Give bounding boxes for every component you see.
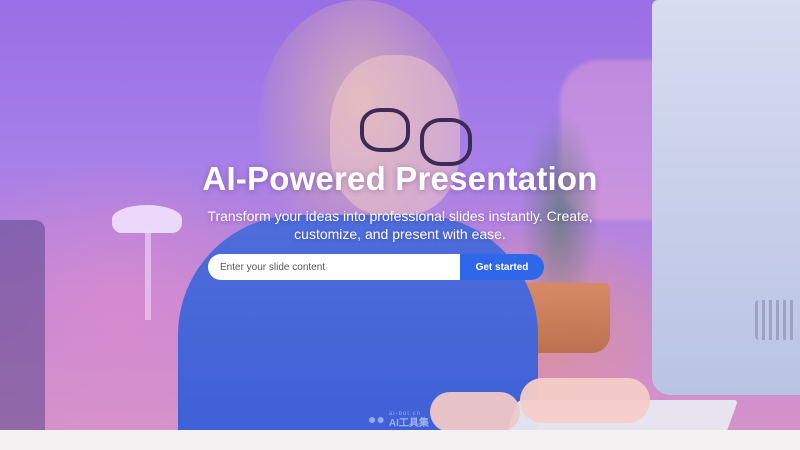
- background-shelf: [0, 220, 45, 450]
- watermark: ●● ai-bot.cn AI工具集: [368, 410, 429, 429]
- watermark-big-text: AI工具集: [388, 418, 429, 429]
- glasses-left-image: [360, 108, 410, 152]
- get-started-button[interactable]: Get started: [460, 254, 544, 280]
- glasses-right-image: [420, 118, 472, 166]
- hero-subtitle: Transform your ideas into professional s…: [207, 208, 593, 242]
- slide-content-form: Get started: [208, 254, 544, 280]
- right-hand-image: [520, 378, 650, 423]
- left-hand-image: [430, 392, 520, 432]
- robot-icon: ●●: [368, 411, 385, 427]
- watermark-text: ai-bot.cn AI工具集: [388, 410, 429, 429]
- slide-content-input[interactable]: [208, 254, 460, 280]
- lamp-pole-image: [145, 230, 151, 320]
- hero-content: AI-Powered Presentation Transform your i…: [0, 160, 800, 243]
- desk-image: [0, 430, 800, 450]
- monitor-vent-image: [755, 300, 795, 340]
- hero-title: AI-Powered Presentation: [202, 160, 598, 197]
